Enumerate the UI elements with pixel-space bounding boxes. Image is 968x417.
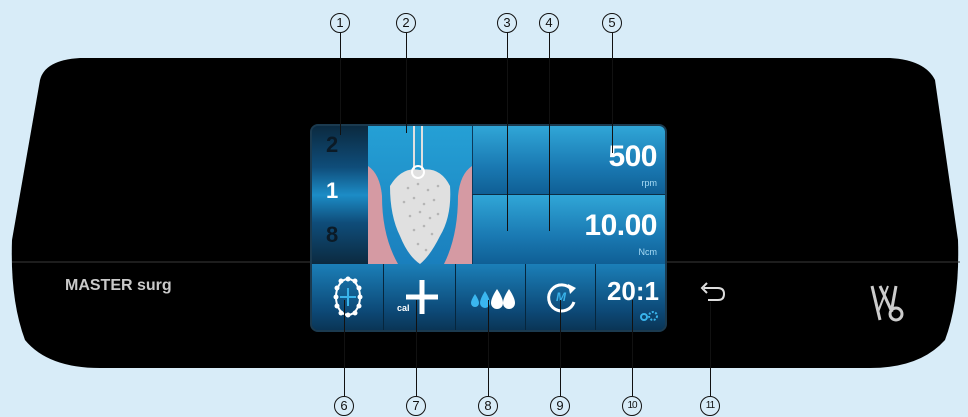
leader-1 bbox=[340, 33, 341, 135]
coolant-button[interactable] bbox=[456, 264, 526, 330]
kavo-logo bbox=[870, 285, 904, 322]
speed-unit: rpm bbox=[641, 178, 658, 188]
callout-10: 10 bbox=[622, 396, 642, 416]
leader-8 bbox=[488, 300, 489, 396]
implant-position-button[interactable] bbox=[312, 264, 384, 330]
callout-8: 8 bbox=[478, 396, 498, 416]
leader-2 bbox=[406, 33, 407, 133]
leader-5 bbox=[612, 33, 613, 153]
device-brand-label: MASTER surg bbox=[65, 277, 172, 294]
callout-3: 3 bbox=[497, 13, 517, 33]
leader-11 bbox=[710, 302, 711, 396]
leader-3 bbox=[507, 33, 508, 231]
field-4 bbox=[472, 195, 568, 264]
leader-10 bbox=[632, 300, 633, 396]
back-icon[interactable] bbox=[696, 282, 728, 304]
speed-value: 500 bbox=[608, 140, 657, 173]
callout-4: 4 bbox=[539, 13, 559, 33]
tooth-drill-graphic bbox=[368, 126, 472, 264]
leader-6 bbox=[344, 300, 345, 396]
rotation-mode-label: M bbox=[556, 290, 566, 304]
gear-ratio-button[interactable]: 20:1 bbox=[596, 264, 665, 330]
calibration-label: cal bbox=[397, 303, 410, 313]
plus-icon bbox=[406, 280, 438, 314]
torque-value: 10.00 bbox=[584, 209, 657, 242]
torque-unit: Ncm bbox=[638, 247, 658, 257]
callout-5: 5 bbox=[602, 13, 622, 33]
gears-icon bbox=[640, 311, 658, 321]
program-level-top: 2 bbox=[326, 132, 339, 157]
rotation-direction-button[interactable]: M bbox=[526, 264, 596, 330]
leader-9 bbox=[560, 300, 561, 396]
calibration-button[interactable]: cal bbox=[384, 264, 456, 330]
program-level-current: 1 bbox=[326, 178, 339, 203]
program-level-column[interactable]: 2 1 8 bbox=[312, 126, 368, 264]
callout-11: 11 bbox=[700, 396, 720, 416]
leader-4 bbox=[549, 33, 550, 231]
callout-9: 9 bbox=[550, 396, 570, 416]
torque-display[interactable]: 10.00 Ncm bbox=[568, 195, 665, 264]
tooth-arch-icon bbox=[333, 276, 363, 318]
figure: MASTER surg 2 1 8 500 rpm 10.00 Ncm cal … bbox=[0, 0, 968, 417]
speed-display[interactable]: 500 rpm bbox=[568, 126, 665, 194]
callout-2: 2 bbox=[396, 13, 416, 33]
callout-1: 1 bbox=[330, 13, 350, 33]
water-drops-icon bbox=[471, 289, 515, 309]
callout-7: 7 bbox=[406, 396, 426, 416]
callout-6: 6 bbox=[334, 396, 354, 416]
program-level-bottom: 8 bbox=[326, 222, 339, 247]
leader-7 bbox=[416, 300, 417, 396]
field-3 bbox=[472, 126, 568, 194]
